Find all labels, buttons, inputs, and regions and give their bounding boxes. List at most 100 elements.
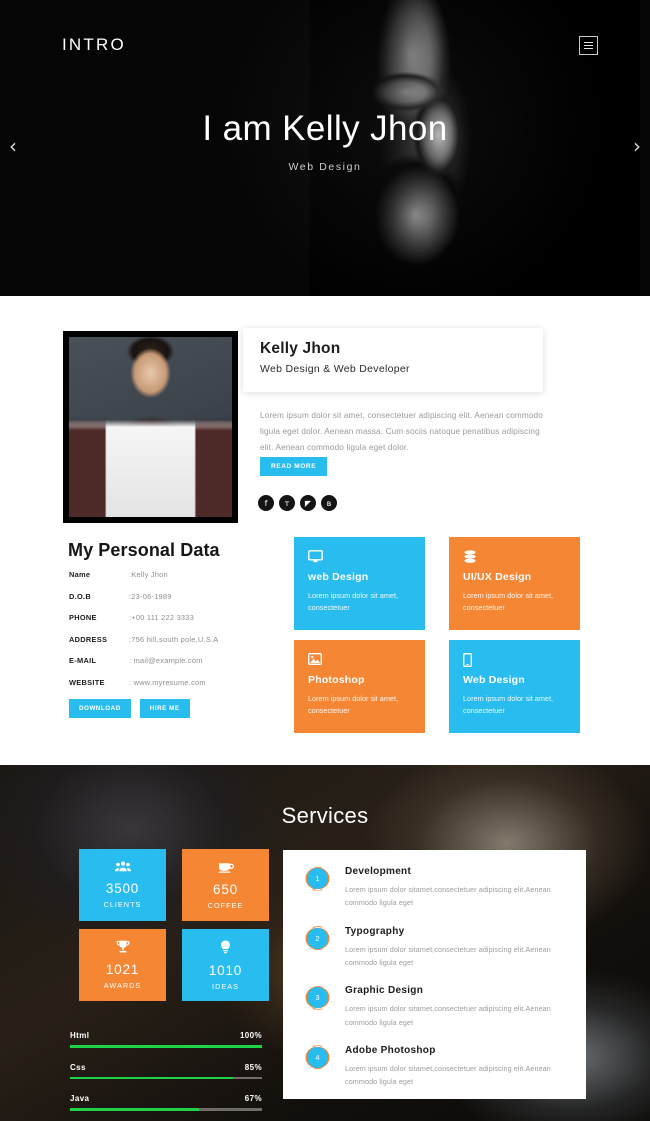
service-cards-grid: web Design Lorem ipsum dolor sit amet, c… [294, 537, 580, 733]
service-list-desc: Lorem ipsum dolor sitamet,consectetuer a… [345, 944, 551, 967]
stat-awards: 1021 AWARDS [79, 929, 166, 1001]
service-list-item[interactable]: 2 Typography Lorem ipsum dolor sitamet,c… [283, 926, 586, 970]
trophy-icon [116, 940, 130, 956]
brand-logo[interactable]: INTRO [62, 35, 126, 55]
field-label: ADDRESS [69, 634, 108, 644]
service-card-desc: Lorem ipsum dolor sit amet, consectetuer [308, 694, 399, 716]
service-list-title: Adobe Photoshop [345, 1044, 436, 1056]
facebook-icon[interactable]: f [258, 495, 274, 511]
profile-role: Web Design & Web Developer [260, 363, 410, 375]
vk-icon[interactable]: в [321, 495, 337, 511]
skill-fill [70, 1108, 199, 1111]
service-list-desc: Lorem ipsum dolor sitamet,consectetuer a… [345, 1063, 551, 1087]
users-icon [114, 861, 131, 875]
profile-photo [63, 331, 238, 523]
hire-me-button[interactable]: HIRE ME [139, 699, 190, 718]
service-list-item[interactable]: 1 Development Lorem ipsum dolor sitamet,… [283, 866, 586, 910]
service-step-number: 3 [307, 987, 328, 1009]
personal-data-title: My Personal Data [68, 540, 220, 560]
lightbulb-icon [220, 940, 231, 957]
skill-name: Html [70, 1031, 90, 1040]
service-card-title: Photoshop [308, 674, 365, 686]
about-bio: Lorem ipsum dolor sit amet, consectetuer… [260, 411, 543, 452]
service-card-title: Web Design [463, 674, 525, 686]
carousel-next-icon[interactable]: › [633, 136, 641, 156]
service-list-desc: Lorem ipsum dolor sitamet,consectetuer a… [345, 1004, 551, 1027]
skill-java: Java 67% [70, 1094, 262, 1111]
services-title: Services [281, 803, 369, 828]
service-card-web-design-2[interactable]: Web Design Lorem ipsum dolor sit amet, c… [449, 640, 580, 733]
profile-name: Kelly Jhon [260, 340, 341, 357]
personal-data-row: PHONE :+00 111 222 3333 [69, 613, 249, 622]
hero-section: INTRO I am Kelly Jhon Web Design ‹ › [0, 0, 650, 296]
skill-fill [70, 1076, 234, 1079]
service-step-number: 2 [307, 927, 328, 949]
stat-value: 1021 [105, 962, 140, 977]
service-card-uiux-design[interactable]: UI/UX Design Lorem ipsum dolor sit amet,… [449, 537, 580, 630]
about-section: Kelly Jhon Web Design & Web Developer Lo… [0, 296, 650, 765]
stat-ideas: 1010 IDEAS [182, 929, 269, 1001]
stat-value: 3500 [105, 881, 140, 896]
service-card-desc: Lorem ipsum dolor sit amet, consectetuer [308, 591, 399, 613]
skill-track [70, 1076, 262, 1079]
service-card-desc: Lorem ipsum dolor sit amet, consectetuer [463, 591, 554, 613]
stat-label: IDEAS [212, 981, 239, 991]
skill-fill [70, 1045, 262, 1048]
stat-value: 1010 [208, 962, 243, 978]
service-list-item[interactable]: 3 Graphic Design Lorem ipsum dolor sitam… [283, 985, 586, 1029]
monitor-icon [308, 550, 411, 569]
hero-subtitle: Web Design [288, 161, 362, 173]
field-value: :+00 111 222 3333 [129, 613, 195, 622]
hamburger-bar [584, 47, 593, 49]
skill-percent: 67% [244, 1094, 262, 1103]
field-value: :23-06-1989 [129, 591, 172, 601]
download-button[interactable]: DOWNLOAD [69, 699, 131, 718]
portfolio-page: INTRO I am Kelly Jhon Web Design ‹ › Kel… [0, 0, 650, 1121]
personal-data-row: ADDRESS :756 hill,south pole,U.S.A [69, 635, 249, 644]
profile-photo-image [69, 337, 232, 517]
service-card-title: web Design [308, 571, 369, 583]
service-card-photoshop[interactable]: Photoshop Lorem ipsum dolor sit amet, co… [294, 640, 425, 733]
skill-track [70, 1045, 262, 1048]
skill-percent: 85% [244, 1062, 262, 1072]
service-step-number: 4 [307, 1046, 328, 1068]
stat-clients: 3500 CLIENTS [79, 849, 166, 921]
name-card: Kelly Jhon Web Design & Web Developer [243, 328, 543, 392]
personal-data-row: Name :Kelly Jhon [69, 570, 249, 579]
field-label: Name [69, 570, 91, 579]
skill-percent: 100% [239, 1031, 262, 1040]
skills-list: Html 100% Css 85% Java 67% [70, 1031, 262, 1121]
skill-name: Css [70, 1062, 86, 1072]
hero-topbar: INTRO [0, 0, 650, 90]
service-card-title: UI/UX Design [463, 571, 532, 583]
field-label: WEBSITE [69, 677, 105, 687]
hamburger-bar [584, 44, 593, 46]
field-label: D.O.B [69, 591, 92, 601]
service-card-desc: Lorem ipsum dolor sit amet, consectetuer [463, 694, 554, 716]
database-icon [463, 550, 566, 569]
service-list-item[interactable]: 4 Adobe Photoshop Lorem ipsum dolor sita… [283, 1045, 586, 1089]
field-label: E-MAIL [69, 656, 97, 665]
read-more-button[interactable]: READ MORE [260, 457, 328, 476]
stat-value: 650 [213, 881, 238, 897]
rss-icon[interactable]: ◤ [300, 495, 316, 511]
service-step-number: 1 [307, 868, 328, 889]
personal-data-row: E-MAIL : mail@example.com [69, 656, 249, 665]
hamburger-icon[interactable] [579, 35, 598, 55]
field-value: : mail@example.com [129, 656, 203, 665]
hamburger-bar [584, 41, 593, 43]
field-value: : www.myresume.com [129, 677, 206, 687]
personal-data-row: WEBSITE : www.myresume.com [69, 678, 249, 687]
services-list-panel: 1 Development Lorem ipsum dolor sitamet,… [283, 850, 586, 1099]
mobile-icon [462, 652, 566, 672]
service-list-title: Development [345, 866, 412, 877]
service-card-web-design[interactable]: web Design Lorem ipsum dolor sit amet, c… [294, 537, 425, 630]
services-section: Services 3500 CLIENTS 650 COFFEE 1021 AW… [0, 765, 650, 1121]
skill-name: Java [70, 1094, 90, 1103]
stat-coffee: 650 COFFEE [182, 849, 269, 921]
personal-data-list: Name :Kelly Jhon D.O.B :23-06-1989 PHONE… [69, 570, 249, 699]
hero-title: I am Kelly Jhon [202, 109, 448, 148]
carousel-prev-icon[interactable]: ‹ [9, 136, 17, 156]
stat-label: COFFEE [207, 900, 244, 910]
twitter-icon[interactable]: ᴛ [279, 495, 295, 511]
